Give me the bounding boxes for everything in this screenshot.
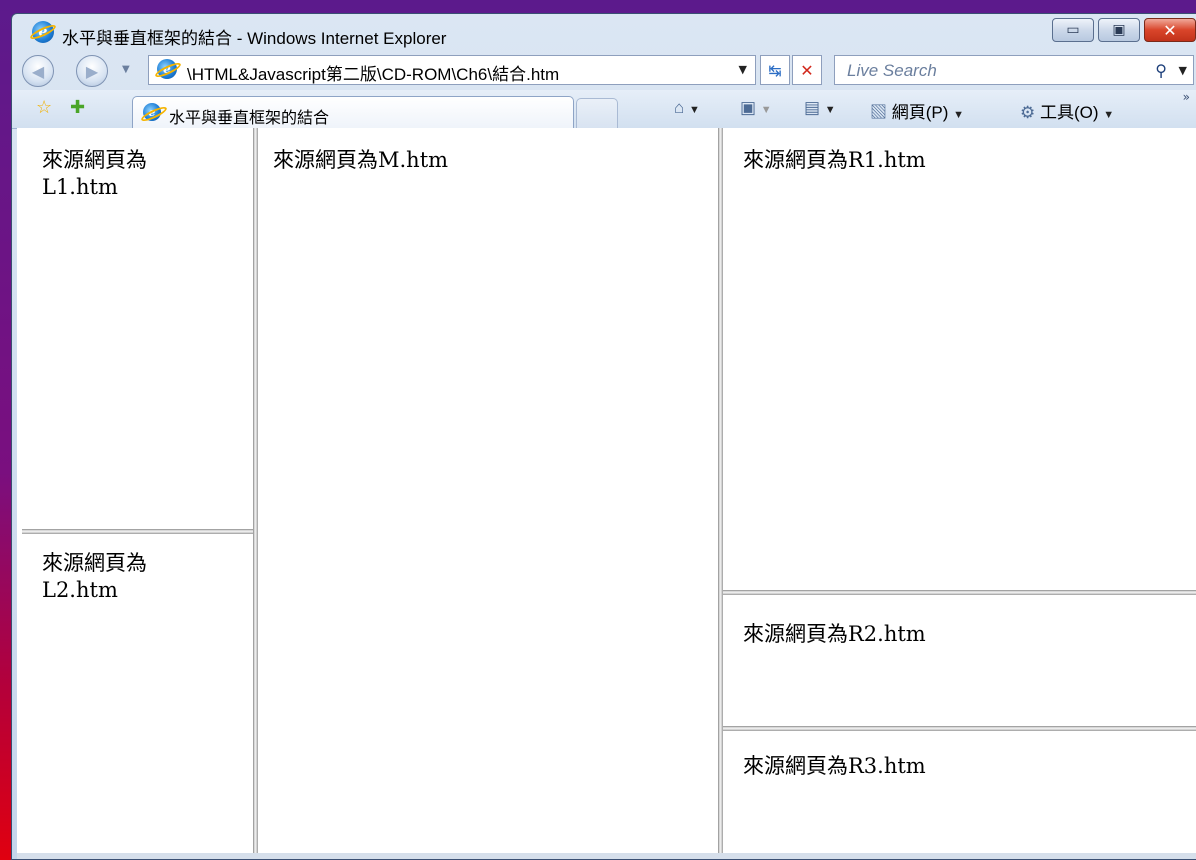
frame-m-text: 來源網頁為M.htm bbox=[273, 148, 449, 172]
address-bar[interactable]: e \HTML&Javascript第二版\CD-ROM\Ch6\結合.htm … bbox=[148, 55, 756, 85]
frame-r1-text: 來源網頁為R1.htm bbox=[743, 148, 926, 172]
ie-logo-icon: e bbox=[32, 21, 54, 43]
title-bar: e 水平與垂直框架的結合 - Windows Internet Explorer… bbox=[12, 14, 1196, 50]
page-dropdown-icon: ▼ bbox=[953, 109, 965, 121]
frame-r2-text: 來源網頁為R2.htm bbox=[743, 622, 926, 646]
more-commands-icon[interactable]: » bbox=[1183, 90, 1190, 104]
feeds-button[interactable]: ▣ ▼ bbox=[740, 98, 772, 118]
tab-row: ☆ ✚ e 水平與垂直框架的結合 ⌂ ▼ ▣ ▼ ▤ ▼ ▧ 網頁(P) ▼ ⚙… bbox=[12, 90, 1196, 130]
frame-r3[interactable]: 來源網頁為R3.htm bbox=[723, 731, 1196, 856]
home-button[interactable]: ⌂ ▼ bbox=[674, 98, 700, 118]
frame-l1[interactable]: 來源網頁為L1.htm bbox=[22, 131, 253, 529]
frame-r2[interactable]: 來源網頁為R2.htm bbox=[723, 595, 1196, 726]
print-button[interactable]: ▤ ▼ bbox=[804, 98, 836, 118]
tools-menu-button[interactable]: ⚙ 工具(O) ▼ bbox=[1020, 98, 1114, 123]
search-box[interactable]: Live Search ⚲ ▼ bbox=[834, 55, 1194, 85]
search-dropdown-icon[interactable]: ▼ bbox=[1179, 64, 1187, 77]
tools-icon: ⚙ bbox=[1020, 103, 1036, 122]
print-dropdown-icon[interactable]: ▼ bbox=[825, 104, 836, 116]
frameset-content: 來源網頁為L1.htm 來源網頁為L2.htm 來源網頁為M.htm 來源網頁為… bbox=[17, 128, 1196, 859]
ie-window: e 水平與垂直框架的結合 - Windows Internet Explorer… bbox=[11, 13, 1196, 860]
frame-l1-text: 來源網頁為L1.htm bbox=[42, 148, 147, 200]
tools-dropdown-icon: ▼ bbox=[1103, 109, 1115, 121]
print-icon: ▤ bbox=[804, 98, 821, 117]
refresh-icon: ↹ bbox=[768, 60, 782, 80]
stop-icon: ✕ bbox=[800, 60, 814, 80]
back-arrow-icon: ◀ bbox=[31, 61, 45, 81]
stop-button[interactable]: ✕ bbox=[792, 55, 822, 85]
feeds-icon: ▣ bbox=[740, 98, 757, 117]
feeds-dropdown-icon[interactable]: ▼ bbox=[761, 104, 772, 116]
tab-ie-icon: e bbox=[143, 103, 161, 121]
window-title: 水平與垂直框架的結合 - Windows Internet Explorer bbox=[62, 29, 447, 48]
home-icon: ⌂ bbox=[674, 98, 685, 117]
address-row: ◀ ▶ ▼ e \HTML&Javascript第二版\CD-ROM\Ch6\結… bbox=[12, 52, 1196, 90]
page-menu-label: 網頁(P) bbox=[891, 103, 949, 122]
frame-r1[interactable]: 來源網頁為R1.htm bbox=[723, 131, 1196, 590]
tab-label: 水平與垂直框架的結合 bbox=[169, 110, 330, 127]
recent-pages-dropdown[interactable]: ▼ bbox=[122, 64, 130, 75]
window-controls: ▭ ▣ ✕ bbox=[1048, 18, 1196, 42]
frame-l2[interactable]: 來源網頁為L2.htm bbox=[22, 534, 253, 856]
home-dropdown-icon[interactable]: ▼ bbox=[689, 104, 700, 116]
page-ie-icon: e bbox=[157, 59, 177, 79]
favorites-center-icon[interactable]: ☆ bbox=[36, 97, 52, 118]
page-menu-button[interactable]: ▧ 網頁(P) ▼ bbox=[870, 98, 964, 123]
frame-l2-text: 來源網頁為L2.htm bbox=[42, 551, 147, 603]
address-dropdown-icon[interactable]: ▼ bbox=[739, 63, 747, 76]
frame-m[interactable]: 來源網頁為M.htm bbox=[258, 131, 718, 856]
search-icon[interactable]: ⚲ bbox=[1155, 61, 1167, 80]
tab-current-page[interactable]: e 水平與垂直框架的結合 bbox=[132, 96, 574, 130]
forward-arrow-icon: ▶ bbox=[85, 61, 99, 81]
back-button[interactable]: ◀ bbox=[22, 55, 54, 87]
forward-button[interactable]: ▶ bbox=[76, 55, 108, 87]
tools-menu-label: 工具(O) bbox=[1039, 103, 1099, 122]
search-input[interactable]: Live Search bbox=[847, 61, 937, 81]
new-tab-button[interactable] bbox=[576, 98, 618, 128]
close-button[interactable]: ✕ bbox=[1144, 18, 1196, 42]
add-favorites-icon[interactable]: ✚ bbox=[70, 97, 85, 118]
refresh-button[interactable]: ↹ bbox=[760, 55, 790, 85]
maximize-button[interactable]: ▣ bbox=[1098, 18, 1140, 42]
minimize-button[interactable]: ▭ bbox=[1052, 18, 1094, 42]
window-bottom-edge bbox=[17, 853, 1196, 859]
page-icon: ▧ bbox=[870, 103, 887, 122]
address-input[interactable]: \HTML&Javascript第二版\CD-ROM\Ch6\結合.htm bbox=[187, 60, 559, 85]
frame-r3-text: 來源網頁為R3.htm bbox=[743, 754, 926, 778]
